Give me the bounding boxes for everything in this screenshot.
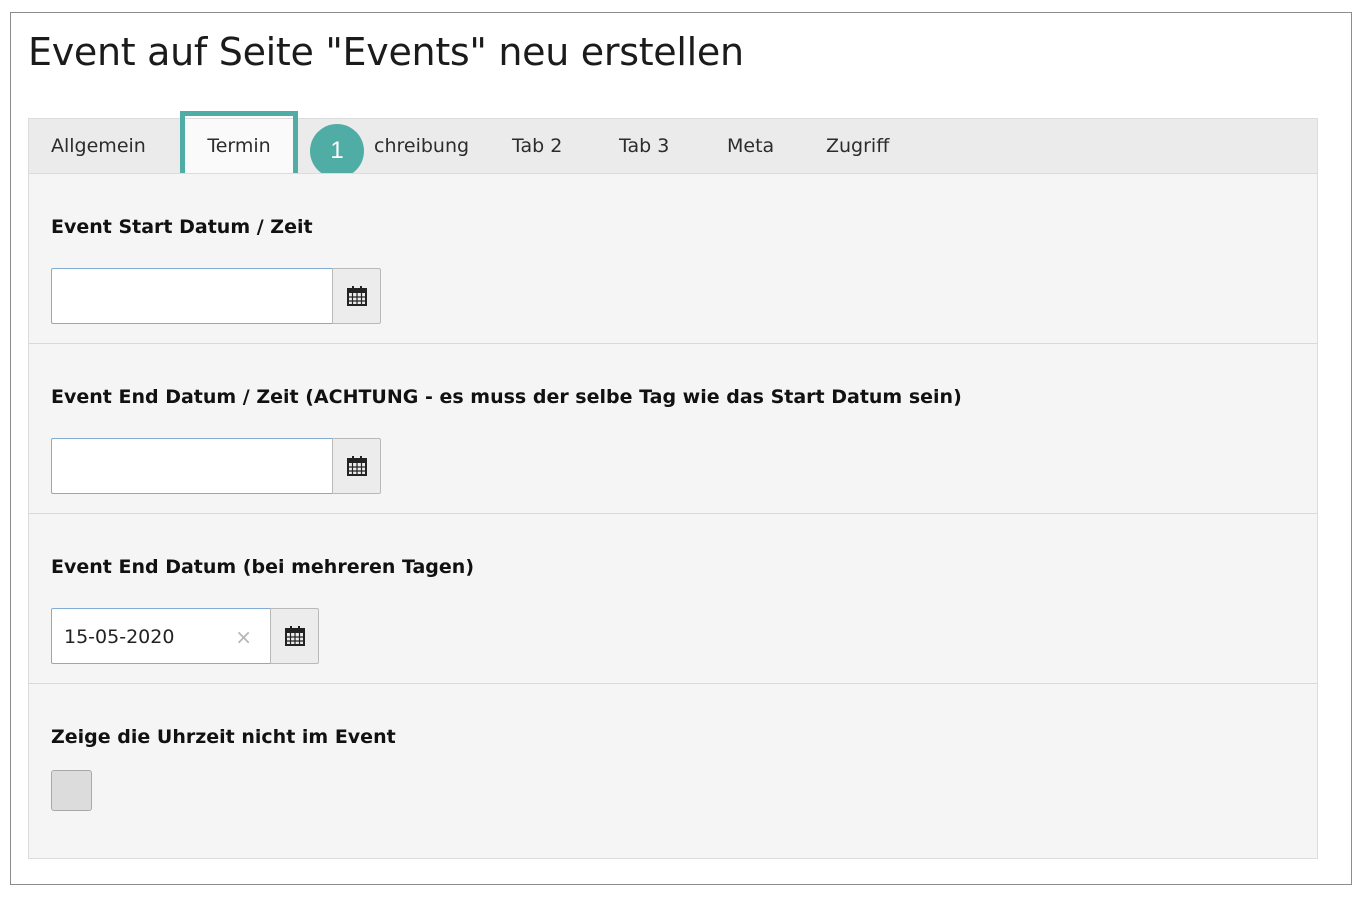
tab-beschreibung[interactable]: chreibung	[374, 119, 469, 174]
start-datetime-input[interactable]	[51, 268, 332, 324]
calendar-icon	[284, 626, 305, 646]
hide-time-checkbox[interactable]	[51, 770, 92, 811]
tab-bar: Allgemein Termin chreibung Tab 2 Tab 3 M…	[28, 118, 1318, 174]
calendar-icon	[346, 456, 367, 476]
form-panel: Event Start Datum / Zeit Event End Datum…	[28, 173, 1318, 859]
end-datetime-input[interactable]	[51, 438, 332, 494]
end-date-label: Event End Datum (bei mehreren Tagen)	[51, 556, 475, 578]
tab-allgemein[interactable]: Allgemein	[51, 119, 146, 174]
tab-termin[interactable]: Termin	[181, 119, 297, 174]
start-datetime-group	[51, 268, 381, 324]
end-date-calendar-button[interactable]	[270, 608, 319, 664]
end-date-input[interactable]: 15-05-2020 ×	[51, 608, 270, 664]
end-datetime-group	[51, 438, 381, 494]
hide-time-label: Zeige die Uhrzeit nicht im Event	[51, 726, 396, 748]
tab-tab-3[interactable]: Tab 3	[619, 119, 669, 174]
section-start-datetime: Event Start Datum / Zeit	[29, 174, 1317, 344]
end-date-group: 15-05-2020 ×	[51, 608, 319, 664]
calendar-icon	[346, 286, 367, 306]
section-end-date: Event End Datum (bei mehreren Tagen) 15-…	[29, 514, 1317, 684]
page-title: Event auf Seite "Events" neu erstellen	[28, 30, 744, 74]
start-datetime-label: Event Start Datum / Zeit	[51, 216, 313, 238]
section-hide-time: Zeige die Uhrzeit nicht im Event	[29, 684, 1317, 858]
tab-zugriff[interactable]: Zugriff	[826, 119, 889, 174]
section-end-datetime: Event End Datum / Zeit (ACHTUNG - es mus…	[29, 344, 1317, 514]
step-badge: 1	[310, 124, 364, 178]
tab-meta[interactable]: Meta	[727, 119, 774, 174]
end-calendar-button[interactable]	[332, 438, 381, 494]
start-calendar-button[interactable]	[332, 268, 381, 324]
tab-tab-2[interactable]: Tab 2	[512, 119, 562, 174]
clear-icon[interactable]: ×	[235, 609, 252, 665]
end-datetime-label: Event End Datum / Zeit (ACHTUNG - es mus…	[51, 386, 962, 408]
end-date-value: 15-05-2020	[64, 626, 175, 648]
